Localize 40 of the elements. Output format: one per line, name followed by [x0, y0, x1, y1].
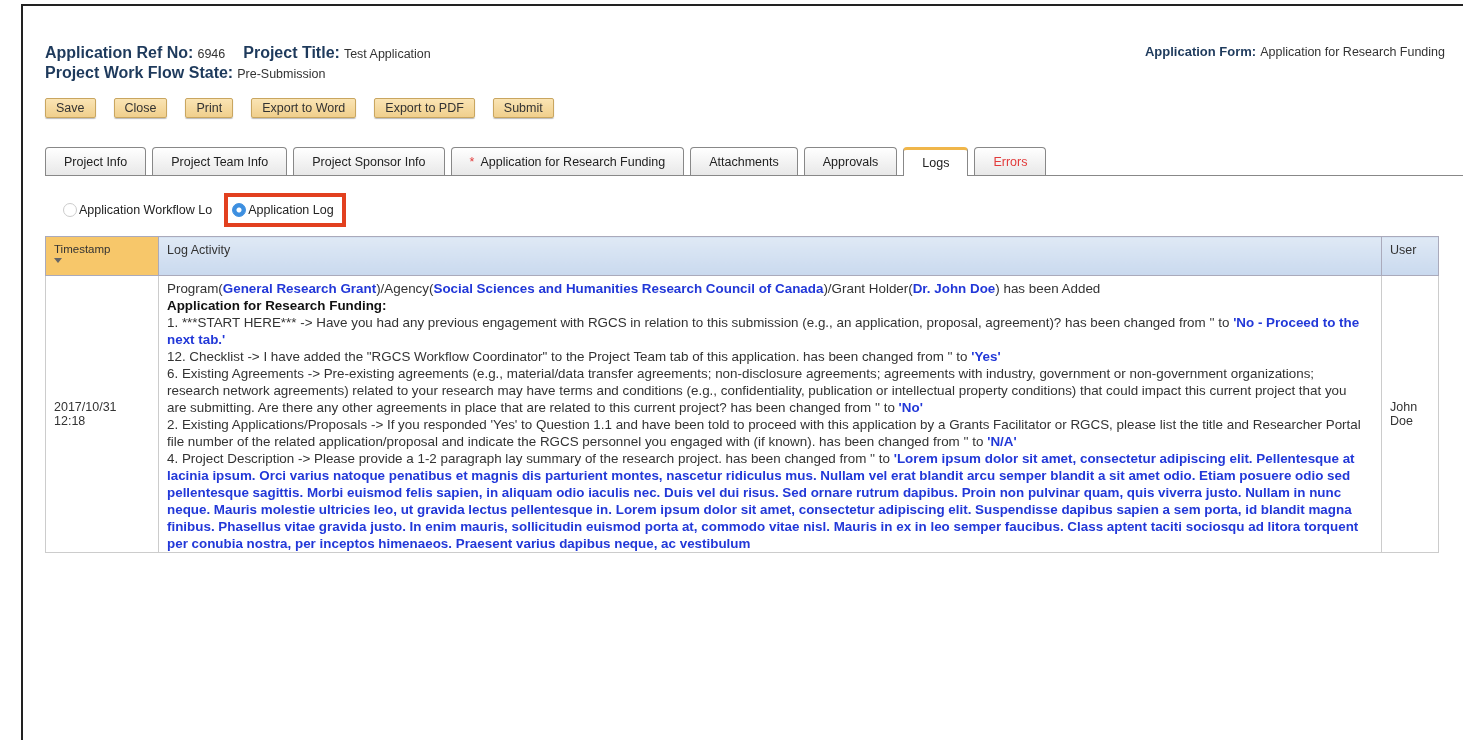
radio-label[interactable]: Application Workflow Lo — [79, 203, 213, 217]
tab[interactable]: Errors — [974, 147, 1047, 175]
radio-label[interactable]: Application Log — [248, 203, 334, 217]
radio-button[interactable] — [63, 203, 77, 217]
log-entry: 4. Project Description -> Please provide a 1-2 paragraph lay summary of the research project. has been changed from '' to 'Lorem ipsum dolor sit amet, consectetur adipiscing elit. Pellentesque at lacinia ipsum. Orci varius natoque penatibus et magnis dis parturient montes, nascetur ridiculus mus. Nullam vel erat blandit arcu semper blandit a sit amet odio. Etiam posuere odio sed pellentesque sagittis. Morbi euismod felis sapien, in aliquam odio iaculis nec. Duis vel dui risus. Sed ornare rutrum dapibus. Proin non pulvinar quam, quis viverra justo. Nullam in nunc neque. Mauris molestie ultricies leo, ut gravida lectus pellentesque in. Lorem ipsum dolor sit amet, consectetur adipiscing elit. Suspendisse dapibus sapien a sem porta, id blandit magna finibus. Phasellus vitae gravida justo. In enim mauris, sollicitudin euismod porta at, commodo vitae nisl. Mauris in ex in leo semper faucibus. Class aptent taciti sociosqu ad litora torquent per conubia nostra, per inceptos himenaeos. Praesent varius dapibus neque, ac vestibulum — [167, 450, 1360, 552]
toolbar-button[interactable]: Save — [45, 98, 96, 118]
field-value: Test Application — [343, 47, 431, 61]
tab[interactable]: Project Team Info — [152, 147, 288, 175]
toolbar-button[interactable]: Export to PDF — [374, 98, 475, 118]
tab[interactable]: Attachments — [690, 147, 798, 175]
column-header[interactable]: Log Activity — [158, 236, 1382, 276]
field-value: 6946 — [197, 47, 226, 61]
log-entry: 12. Checklist -> I have added the "RGCS Workflow Coordinator" to the Project Team tab of this application. has been changed from '' to 'Yes' — [167, 348, 1002, 365]
tab[interactable]: * Application for Research Funding — [450, 147, 685, 175]
tab[interactable]: Logs — [903, 147, 969, 176]
tab[interactable]: Project Sponsor Info — [293, 147, 445, 175]
toolbar-button[interactable]: Submit — [492, 98, 554, 118]
toolbar-button[interactable]: Print — [185, 98, 234, 118]
column-header[interactable]: User — [1381, 236, 1439, 276]
radio-option[interactable]: Application Workflow Lo — [55, 193, 225, 227]
radio-button[interactable] — [232, 203, 247, 217]
toolbar-button[interactable]: Close — [113, 98, 168, 118]
field-value: Application for Research Funding — [1260, 45, 1445, 59]
log-entry: 1. ***START HERE*** -> Have you had any previous engagement with RGCS in relation to this submission (e.g., an application, proposal, agreement)? has been changed from '' to 'No - Proceed to the next tab.' — [167, 314, 1361, 348]
log-heading: Application for Research Funding: — [167, 297, 388, 314]
column-header[interactable]: Timestamp — [45, 236, 159, 276]
field-label: Application Ref No: — [45, 44, 194, 62]
tab[interactable]: Approvals — [803, 147, 898, 175]
sort-caret-icon — [54, 258, 62, 263]
tab[interactable]: Project Info — [45, 147, 147, 175]
log-entry: Program(General Research Grant)/Agency(Social Sciences and Humanities Research Council of Canada)/Grant Holder(Dr. John Doe) has been Added — [167, 280, 1102, 297]
field-value: Pre-Submission — [237, 67, 326, 81]
log-entry: 6. Existing Agreements -> Pre-existing agreements (e.g., material/data transfer agreements; non-disclosure agreements; agreements with industry, government or non-government organizations; research network agreements) related to your research may have terms and conditions (e.g., confidentiality, publication or intellectual property conditions) that could impact this current project that you are submitting. Are there any other agreements in place that are related to this current project? has been changed from '' to 'No' — [167, 365, 1348, 416]
user-cell: John Doe — [1381, 275, 1439, 553]
field-label: Application Form: — [1144, 44, 1257, 59]
log-entry: 2. Existing Applications/Proposals -> If you responded 'Yes' to Question 1.1 and have been told to proceed with this application by a Grants Facilitator or RGCS, please list the title and Researcher Portal file number of the related application/proposal and indicate the RGCS personnel you engaged with (if known). has been changed from '' to 'N/A' — [167, 416, 1362, 450]
field-label: Project Title: — [243, 44, 340, 62]
field-label: Project Work Flow State: — [45, 64, 234, 82]
toolbar-button[interactable]: Export to Word — [251, 98, 357, 118]
timestamp-cell: 2017/10/31 12:18 — [45, 275, 159, 553]
